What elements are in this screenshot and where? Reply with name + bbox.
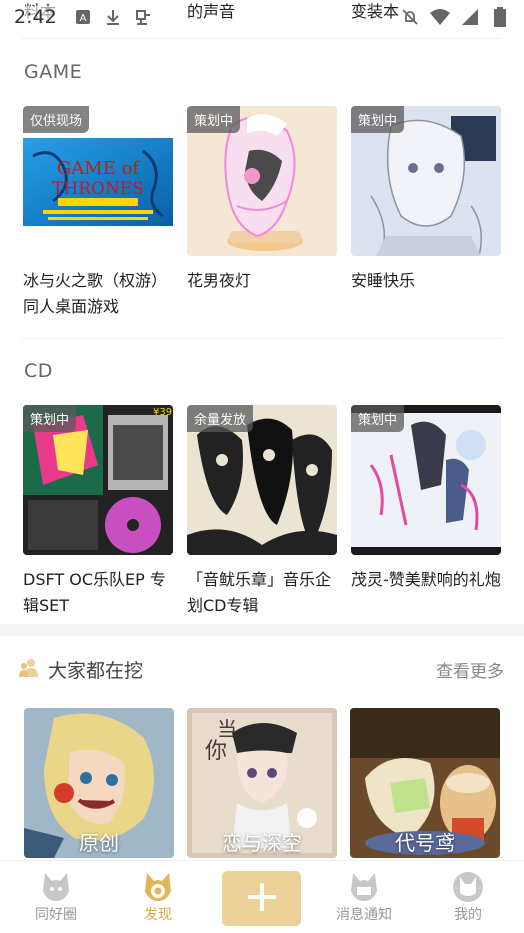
section-title-cd: CD (24, 360, 53, 382)
dig-card-label: 原创 (79, 831, 119, 855)
a-notification-icon: A (73, 7, 93, 27)
svg-text:A: A (79, 13, 86, 24)
status-badge: 仅供现场 (23, 106, 90, 133)
mute-icon (400, 7, 420, 27)
fox-friends-icon (39, 869, 73, 903)
download-icon (103, 7, 123, 27)
fox-message-icon (347, 869, 381, 903)
card-title: DSFT OC乐队EP 专辑SET (23, 570, 166, 615)
card-image: 策划中 (351, 106, 501, 256)
card-image: GAME of THRONES 仅供现场 (23, 106, 173, 256)
status-badge: 余量发放 (187, 405, 254, 432)
section-title-game: GAME (24, 61, 83, 83)
nav-label: 同好圈 (35, 907, 77, 923)
see-more-link[interactable]: 查看更多 (436, 657, 504, 682)
dig-section-header: 大家都在挖 查看更多 (0, 648, 524, 688)
nav-label: 发现 (144, 907, 172, 923)
status-badge: 策划中 (187, 106, 241, 133)
card-image: 策划中 (351, 405, 501, 555)
game-card-3[interactable]: 策划中 安睡快乐 (351, 106, 501, 294)
status-badge: 策划中 (23, 405, 77, 432)
nav-item-messages[interactable]: 消息通知 (324, 869, 404, 924)
status-bar: 2:42 A (0, 0, 524, 34)
game-card-2[interactable]: 策划中 花男夜灯 (187, 106, 337, 294)
cd-card-1[interactable]: ¥39 策划中 DSFT OC乐队EP 专辑SET (23, 405, 173, 619)
bottom-nav: 同好圈 发现 消息通知 我的 (0, 860, 524, 933)
signal-icon (460, 7, 480, 27)
card-title: 冰与火之歌（权游）同人桌面游戏 (23, 271, 168, 316)
card-image: ¥39 策划中 (23, 405, 173, 555)
nav-item-discover[interactable]: 发现 (118, 869, 198, 924)
nav-item-profile[interactable]: 我的 (428, 869, 508, 924)
card-title: 茂灵-赞美默响的礼炮 (351, 570, 501, 589)
game-card-1[interactable]: GAME of THRONES 仅供现场 冰与火之歌（权游）同人桌面游戏 (23, 106, 173, 320)
dig-section-title: 大家都在挖 (48, 660, 144, 682)
nav-item-circle[interactable]: 同好圈 (16, 869, 96, 924)
cd-card-2[interactable]: 余量发放 「音鱿乐章」音乐企划CD专辑 (187, 405, 337, 619)
wifi-icon (430, 7, 450, 27)
dig-card-original[interactable]: 原创 (24, 708, 174, 858)
cd-card-3[interactable]: 策划中 茂灵-赞美默响的礼炮 (351, 405, 501, 593)
svg-text:你: 你 (205, 739, 227, 764)
card-image: 余量发放 (187, 405, 337, 555)
svg-text:¥39: ¥39 (153, 407, 172, 418)
card-title: 花男夜灯 (187, 271, 252, 290)
divider (22, 338, 502, 339)
dig-card-codename-yuan[interactable]: 代号鸢 (350, 708, 500, 858)
status-time: 2:42 (14, 6, 57, 28)
nav-label: 我的 (454, 907, 482, 923)
divider (22, 38, 502, 39)
svg-text:THRONES: THRONES (52, 179, 144, 199)
status-badge: 策划中 (351, 106, 405, 133)
dig-card-label: 代号鸢 (395, 831, 455, 855)
nav-label: 消息通知 (336, 907, 392, 923)
fox-profile-icon (451, 869, 485, 903)
plus-icon (246, 881, 278, 917)
fox-discover-icon (141, 869, 175, 903)
dig-card-love-deepspace[interactable]: 你 当 恋与深空 (187, 708, 337, 858)
svg-text:GAME of: GAME of (57, 158, 141, 179)
status-badge: 策划中 (351, 405, 405, 432)
app-notification-icon (133, 7, 153, 27)
card-title: 安睡快乐 (351, 271, 416, 290)
battery-icon (490, 7, 510, 27)
card-image: 策划中 (187, 106, 337, 256)
add-button[interactable] (222, 871, 301, 926)
section-separator (0, 624, 524, 636)
card-title: 「音鱿乐章」音乐企划CD专辑 (187, 570, 332, 615)
dig-card-label: 恋与深空 (222, 831, 302, 855)
people-icon (18, 657, 40, 679)
